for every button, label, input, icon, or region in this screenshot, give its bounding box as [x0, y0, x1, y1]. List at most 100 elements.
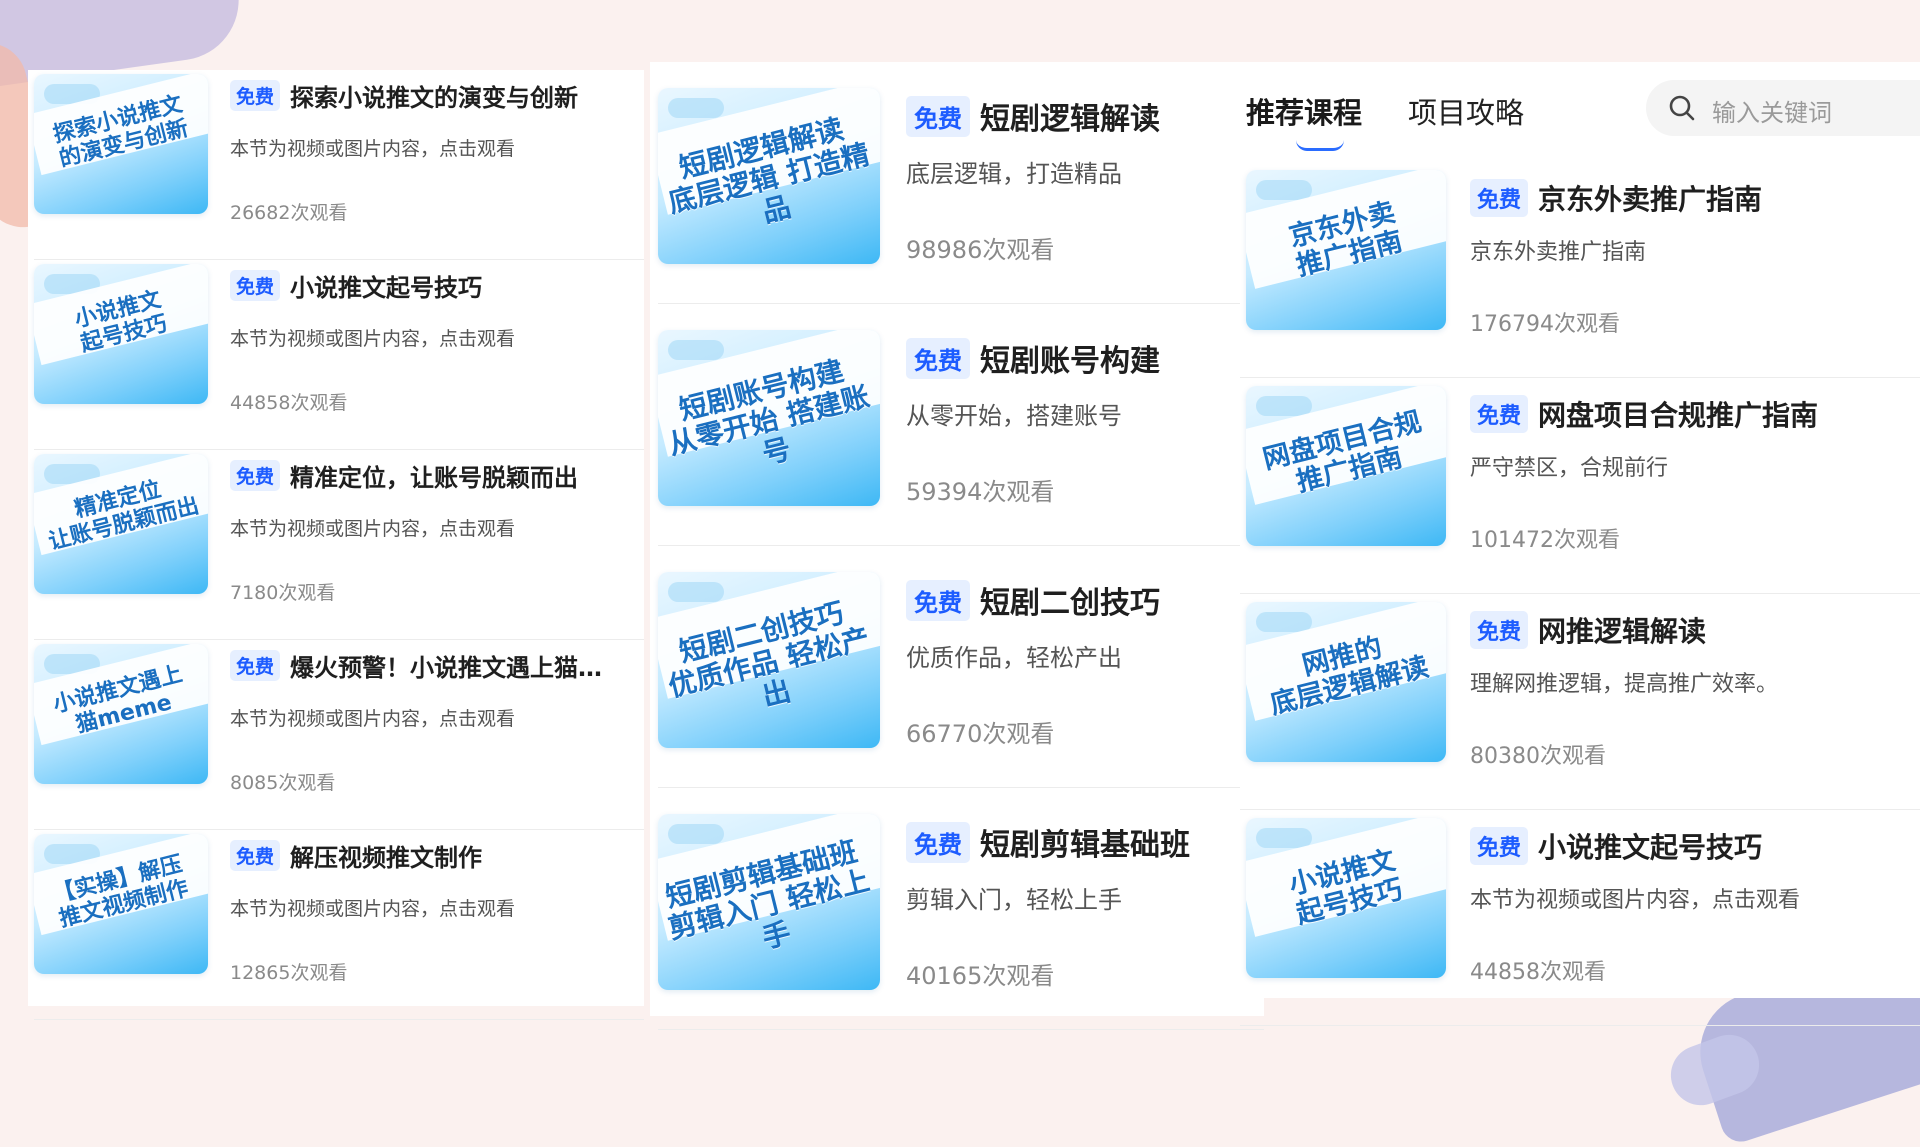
view-count: 176794次观看	[1470, 312, 1620, 337]
course-card[interactable]: 精准定位 让账号脱颖而出 免费 精准定位，让账号脱颖而出本节为视频或图片内容，点击观…	[28, 450, 644, 640]
free-badge: 免费	[1470, 179, 1529, 217]
course-title[interactable]: 探索小说推文的演变与创新	[290, 84, 578, 112]
free-badge: 免费	[230, 80, 281, 111]
thumbnail-badge-placeholder	[668, 340, 724, 360]
course-list-short-drama: 短剧逻辑解读 底层逻辑 打造精品 免费 短剧逻辑解读 底层逻辑，打造精品 98986次观…	[650, 62, 1264, 1030]
course-card[interactable]: 【实操】解压 推文视频制作 免费 解压视频推文制作 本节为视频或图片内容，点击观看 12…	[28, 830, 644, 1020]
course-title-row[interactable]: 免费 短剧二创技巧	[906, 578, 1262, 622]
divider	[34, 1019, 644, 1020]
course-title-row[interactable]: 免费 探索小说推文的演变与创新	[230, 78, 630, 113]
view-count: 44858次观看	[230, 392, 348, 414]
thumbnail-badge-placeholder	[1256, 612, 1312, 632]
course-title-row[interactable]: 免费 小说推文起号技巧	[1470, 826, 1910, 866]
course-title-row[interactable]: 免费 解压视频推文制作	[230, 838, 630, 873]
view-count: 12865次观看	[230, 962, 348, 984]
course-thumbnail[interactable]: 【实操】解压 推文视频制作	[34, 834, 208, 974]
tab-project-guides[interactable]: 项目攻略	[1408, 90, 1524, 132]
course-title-row[interactable]: 免费 短剧账号构建	[906, 336, 1262, 380]
course-title[interactable]: 网盘项目合规推广指南	[1538, 399, 1818, 432]
course-title-row[interactable]: 免费 京东外卖推广指南	[1470, 178, 1910, 218]
course-card[interactable]: 小说推文遇上 猫meme 免费 爆火预警！小说推文遇上猫… 本节为视频或图片内容，点击…	[28, 640, 644, 830]
course-title[interactable]: 短剧逻辑解读	[980, 102, 1160, 137]
view-count: 59394次观看	[906, 478, 1055, 506]
thumbnail-badge-placeholder	[668, 824, 724, 844]
course-title-row[interactable]: 免费 爆火预警！小说推文遇上猫…	[230, 648, 630, 683]
course-description: 本节为视频或图片内容，点击观看	[1470, 888, 1801, 913]
course-description: 京东外卖推广指南	[1470, 240, 1647, 265]
free-badge: 免费	[230, 650, 281, 681]
course-title[interactable]: 小说推文起号技巧	[290, 274, 482, 302]
course-thumbnail[interactable]: 京东外卖 推广指南	[1246, 170, 1446, 330]
course-description: 严守禁区，合规前行	[1470, 456, 1669, 481]
thumbnail-badge-placeholder	[1256, 396, 1312, 416]
thumbnail-badge-placeholder	[668, 98, 724, 118]
course-description: 底层逻辑，打造精品	[906, 160, 1122, 188]
course-title[interactable]: 网推逻辑解读	[1538, 615, 1706, 648]
course-title-row[interactable]: 免费 小说推文起号技巧	[230, 268, 630, 303]
view-count: 66770次观看	[906, 720, 1055, 748]
course-title-row[interactable]: 免费 网盘项目合规推广指南	[1470, 394, 1910, 434]
course-card[interactable]: 网推的 底层逻辑解读 免费 网推逻辑解读 理解网推逻辑，提高推广效率。 80380次观看	[1240, 594, 1920, 810]
divider	[1240, 1025, 1920, 1026]
course-thumbnail[interactable]: 小说推文 起号技巧	[34, 264, 208, 404]
course-description: 本节为视频或图片内容，点击观看	[230, 708, 516, 730]
course-title-row[interactable]: 免费 短剧剪辑基础班	[906, 820, 1262, 864]
course-card[interactable]: 京东外卖 推广指南 免费 京东外卖推广指南 京东外卖推广指南 176794次观看	[1240, 162, 1920, 378]
course-thumbnail[interactable]: 小说推文遇上 猫meme	[34, 644, 208, 784]
free-badge: 免费	[230, 840, 281, 871]
thumbnail-badge-placeholder	[668, 582, 724, 602]
course-card[interactable]: 短剧逻辑解读 底层逻辑 打造精品 免费 短剧逻辑解读底层逻辑，打造精品 98986次观…	[650, 62, 1264, 304]
view-count: 7180次观看	[230, 582, 336, 604]
course-title[interactable]: 小说推文起号技巧	[1538, 831, 1762, 864]
course-card[interactable]: 探索小说推文 的演变与创新 免费 探索小说推文的演变与创新本节为视频或图片内容，点击…	[28, 70, 644, 260]
free-badge: 免费	[1470, 395, 1529, 433]
view-count: 98986次观看	[906, 236, 1055, 264]
course-card[interactable]: 小说推文 起号技巧 免费 小说推文起号技巧 本节为视频或图片内容，点击观看 44858次…	[1240, 810, 1920, 1026]
course-description: 本节为视频或图片内容，点击观看	[230, 518, 516, 540]
course-thumbnail[interactable]: 小说推文 起号技巧	[1246, 818, 1446, 978]
course-thumbnail[interactable]: 网盘项目合规 推广指南	[1246, 386, 1446, 546]
course-card[interactable]: 小说推文 起号技巧 免费 小说推文起号技巧本节为视频或图片内容，点击观看 44858次…	[28, 260, 644, 450]
course-title[interactable]: 短剧剪辑基础班	[980, 828, 1190, 863]
course-title[interactable]: 短剧二创技巧	[980, 586, 1160, 621]
course-description: 本节为视频或图片内容，点击观看	[230, 328, 516, 350]
course-thumbnail[interactable]: 短剧二创技巧 优质作品 轻松产出	[658, 572, 880, 748]
tab-recommended-courses[interactable]: 推荐课程	[1246, 90, 1362, 151]
course-title[interactable]: 京东外卖推广指南	[1538, 183, 1762, 216]
search-icon	[1669, 95, 1695, 121]
course-thumbnail[interactable]: 短剧剪辑基础班 剪辑入门 轻松上手	[658, 814, 880, 990]
search-input[interactable]: 输入关键词	[1646, 80, 1920, 136]
course-title-row[interactable]: 免费 网推逻辑解读	[1470, 610, 1910, 650]
free-badge: 免费	[230, 460, 281, 491]
course-thumbnail[interactable]: 短剧账号构建 从零开始 搭建账号	[658, 330, 880, 506]
course-list-novel: 探索小说推文 的演变与创新 免费 探索小说推文的演变与创新 本节为视频或图片内容，点击…	[28, 70, 644, 1020]
course-title[interactable]: 短剧账号构建	[980, 344, 1160, 379]
course-panel-recommended: 推荐课程 项目攻略 输入关键词 京东外卖 推广指南 免费 京东外卖推广指南 京东外卖推…	[1240, 62, 1920, 1026]
course-card[interactable]: 短剧剪辑基础班 剪辑入门 轻松上手 免费 短剧剪辑基础班 剪辑入门，轻松上手 40165…	[650, 788, 1264, 1030]
divider	[658, 1029, 1264, 1030]
view-count: 40165次观看	[906, 962, 1055, 990]
course-thumbnail[interactable]: 网推的 底层逻辑解读	[1246, 602, 1446, 762]
course-thumbnail[interactable]: 精准定位 让账号脱颖而出	[34, 454, 208, 594]
course-card[interactable]: 网盘项目合规 推广指南 免费 网盘项目合规推广指南严守禁区，合规前行 101472次观…	[1240, 378, 1920, 594]
course-card[interactable]: 短剧二创技巧 优质作品 轻松产出 免费 短剧二创技巧优质作品，轻松产出 66770次观…	[650, 546, 1264, 788]
course-thumbnail[interactable]: 短剧逻辑解读 底层逻辑 打造精品	[658, 88, 880, 264]
course-description: 优质作品，轻松产出	[906, 644, 1122, 672]
view-count: 8085次观看	[230, 772, 336, 794]
course-title[interactable]: 精准定位，让账号脱颖而出	[290, 464, 578, 492]
free-badge: 免费	[906, 337, 970, 379]
course-card[interactable]: 短剧账号构建 从零开始 搭建账号 免费 短剧账号构建 从零开始，搭建账号 59394次观…	[650, 304, 1264, 546]
course-thumbnail[interactable]: 探索小说推文 的演变与创新	[34, 74, 208, 214]
free-badge: 免费	[906, 821, 970, 863]
course-title-row[interactable]: 免费 精准定位，让账号脱颖而出	[230, 458, 630, 493]
course-description: 本节为视频或图片内容，点击观看	[230, 138, 516, 160]
free-badge: 免费	[1470, 611, 1529, 649]
course-title[interactable]: 爆火预警！小说推文遇上猫…	[290, 654, 602, 682]
view-count: 26682次观看	[230, 202, 348, 224]
tab-label: 项目攻略	[1408, 96, 1525, 130]
course-title[interactable]: 解压视频推文制作	[290, 844, 482, 872]
course-title-row[interactable]: 免费 短剧逻辑解读	[906, 94, 1262, 138]
free-badge: 免费	[230, 270, 281, 301]
view-count: 80380次观看	[1470, 744, 1606, 769]
view-count: 101472次观看	[1470, 528, 1620, 553]
